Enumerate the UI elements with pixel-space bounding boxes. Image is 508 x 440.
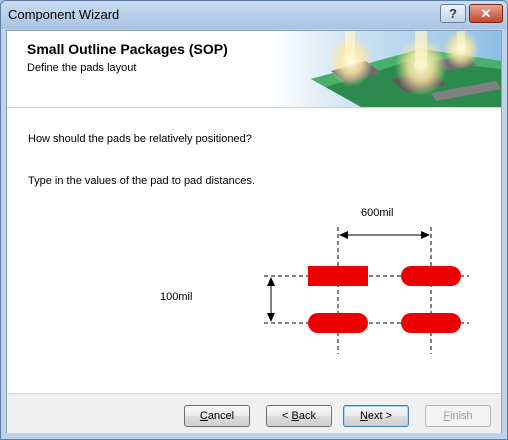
help-button[interactable]: ? xyxy=(440,4,466,23)
vertical-arrow-top xyxy=(267,277,275,286)
horizontal-arrow-right xyxy=(421,231,430,239)
pad-bottom-right xyxy=(401,313,461,333)
close-button[interactable]: ✕ xyxy=(469,4,503,23)
finish-button[interactable]: Finish xyxy=(425,405,491,427)
vertical-distance-label: 100mil xyxy=(160,291,193,303)
pad-1-rectangular xyxy=(308,266,368,286)
component-wizard-window: Component Wizard ? ✕ Small Outline Packa… xyxy=(0,0,508,440)
window-title: Component Wizard xyxy=(8,7,120,22)
pad-top-right xyxy=(401,266,461,286)
next-button[interactable]: Next > xyxy=(343,405,409,427)
cancel-button[interactable]: Cancel xyxy=(184,405,250,427)
button-bar: Cancel < Back Next > Finish xyxy=(7,393,501,433)
pad-layout-diagram xyxy=(264,227,469,354)
title-bar[interactable]: Component Wizard ? ✕ xyxy=(1,1,507,29)
horizontal-distance-label: 600mil xyxy=(361,207,394,219)
wizard-page: Small Outline Packages (SOP) Define the … xyxy=(6,30,502,433)
pad-bottom-left xyxy=(308,313,368,333)
vertical-arrow-bottom xyxy=(267,313,275,322)
horizontal-arrow-left xyxy=(339,231,348,239)
back-button[interactable]: < Back xyxy=(266,405,332,427)
